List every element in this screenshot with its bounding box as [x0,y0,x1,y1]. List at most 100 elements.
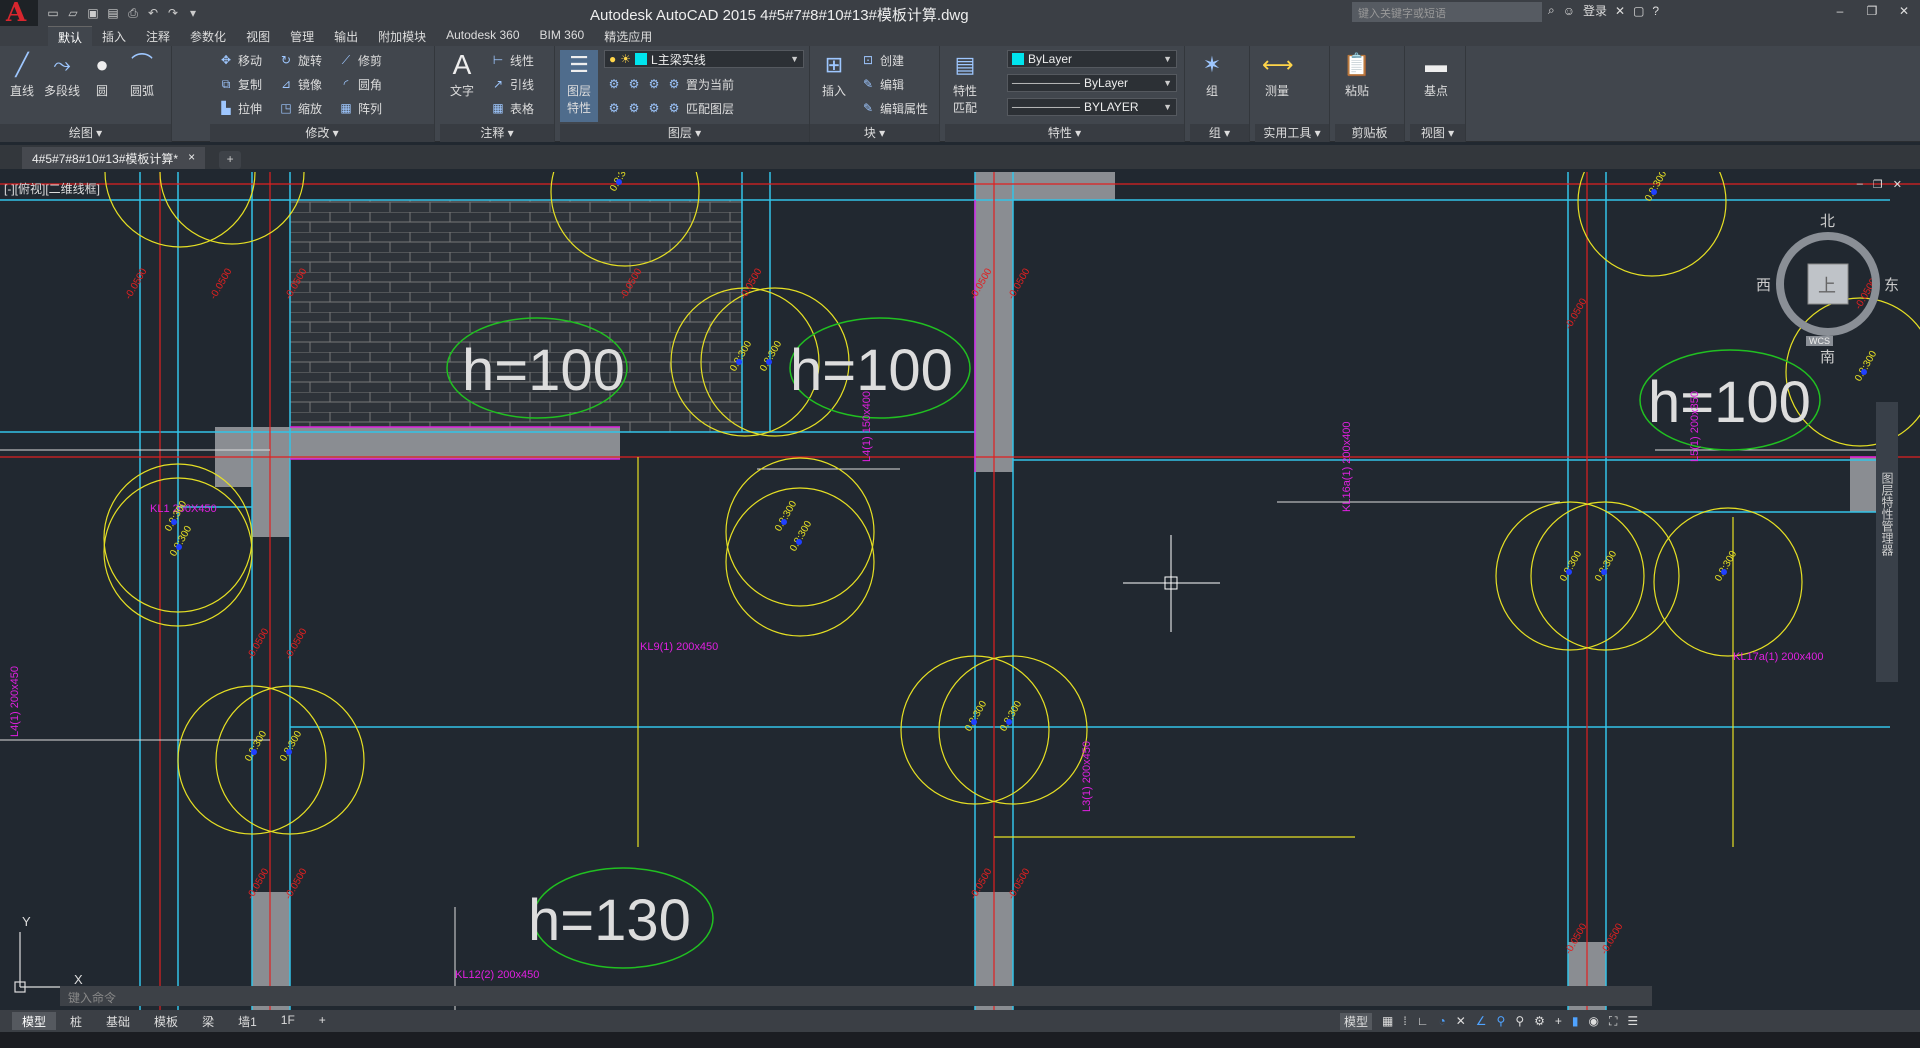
move-button[interactable]: ✥ 移动 [218,50,262,70]
qat-dropdown-icon[interactable]: ▾ [184,4,202,22]
layer-on-icon[interactable]: ⚙ [606,100,622,116]
close-icon[interactable]: ✕ [1888,0,1920,22]
ribbon-tab[interactable]: 附加模块 [368,26,436,46]
text-button[interactable]: A 文字 [442,50,482,99]
wcs-dropdown[interactable]: WCS [1806,336,1833,346]
hardware-accel-icon[interactable]: ▮ [1572,1014,1579,1028]
set-current-button[interactable]: 置为当前 [686,76,734,93]
stretch-button[interactable]: ▙ 拉伸 [218,98,262,118]
polyline-button[interactable]: ⤳ 多段线 [42,50,82,99]
layer-unisolate-icon[interactable]: ⚙ [626,100,642,116]
group-panel-title[interactable]: 组 ▾ [1190,124,1249,142]
workspace-gear-icon[interactable]: ⚙ [1534,1014,1545,1028]
array-button[interactable]: ▦ 阵列 [338,98,382,118]
binoculars-icon[interactable]: ⌕ [1548,3,1555,18]
paste-button[interactable]: 📋 粘贴 [1337,50,1377,99]
layer-thaw-icon[interactable]: ⚙ [646,100,662,116]
ribbon-tab[interactable]: Autodesk 360 [436,26,529,46]
osnap-icon[interactable]: ✕ [1456,1014,1466,1028]
measure-button[interactable]: ⟷ 测量 [1257,50,1297,99]
layout-tab[interactable]: 模型 [12,1012,57,1030]
restore-icon[interactable]: ❐ [1873,178,1883,191]
edit-block-button[interactable]: ✎ 编辑 [860,74,904,94]
layers-panel-title[interactable]: 图层 ▾ [560,124,809,142]
layout-tab[interactable]: 基础 [96,1012,140,1030]
layout-tab[interactable]: 模板 [144,1012,188,1030]
layout-tab[interactable]: 梁 [192,1012,224,1030]
save-as-icon[interactable]: ▤ [104,4,122,22]
viewport-controls-label[interactable]: [-][俯视][二维线框] [4,180,100,197]
match-properties-button[interactable]: ▤ 特性 匹配 [945,50,985,116]
help-icon[interactable]: ? [1652,4,1659,18]
color-dropdown[interactable]: ByLayer ▼ [1007,50,1177,68]
ribbon-tab[interactable]: BIM 360 [530,26,595,46]
ribbon-tab[interactable]: 默认 [48,26,93,46]
create-block-button[interactable]: ⊡ 创建 [860,50,904,70]
annotation-visibility-icon[interactable]: ⚲ [1497,1014,1506,1028]
base-point-button[interactable]: ▬ 基点 [1416,50,1456,99]
ribbon-tab[interactable]: 输出 [324,26,368,46]
layout-tab[interactable]: 墙1 [228,1012,267,1030]
new-tab-button[interactable]: + [219,151,242,169]
minimize-icon[interactable]: – [1857,178,1863,191]
close-icon[interactable]: ✕ [1893,178,1902,191]
leader-button[interactable]: ↗ 引线 [490,74,534,94]
layout-tab[interactable]: 桩 [60,1012,92,1030]
minimize-icon[interactable]: – [1824,0,1856,22]
line-button[interactable]: ╱ 直线 [2,50,42,99]
viewcube[interactable]: 北 南 东 西 上 WCS [1756,210,1899,366]
fullscreen-icon[interactable]: ⛶ [1609,1014,1617,1029]
drawing-canvas[interactable]: h=100 h=100 h=100 h=130 KL1 200X450 KL9(… [0,172,1920,1012]
edit-attributes-button[interactable]: ✎ 编辑属性 [860,98,928,118]
plot-icon[interactable]: ⎙ [124,4,142,22]
grid-icon[interactable]: ▦ [1382,1014,1393,1028]
copy-button[interactable]: ⧉ 复制 [218,74,262,94]
ribbon-tab[interactable]: 视图 [236,26,280,46]
login-button[interactable]: 登录 [1583,2,1607,19]
set-current-icon[interactable]: ⚙ [666,76,682,92]
annotation-panel-title[interactable]: 注释 ▾ [440,124,554,142]
layer-properties-palette-tab[interactable]: 图层特性管理器 [1876,402,1898,682]
utilities-panel-title[interactable]: 实用工具 ▾ [1255,124,1329,142]
layer-properties-button[interactable]: ☰ 图层 特性 [560,50,598,122]
viewcube-east[interactable]: 东 [1884,274,1899,295]
ribbon-tab[interactable]: 精选应用 [594,26,662,46]
add-layout-button[interactable]: + [309,1012,336,1030]
polar-icon[interactable]: ◔ [1438,1014,1445,1028]
plus-icon[interactable]: + [1555,1014,1562,1028]
group-button[interactable]: ✶ 组 [1192,50,1232,99]
new-file-icon[interactable]: ▭ [44,4,62,22]
lineweight-icon[interactable]: ∠ [1476,1014,1487,1028]
block-panel-title[interactable]: 块 ▾ [810,124,939,142]
app-store-icon[interactable]: ▢ [1633,4,1644,18]
circle-button[interactable]: ● 圆 [82,50,122,99]
insert-block-button[interactable]: ⊞ 插入 [814,50,854,99]
linear-dim-button[interactable]: ⊢ 线性 [490,50,534,70]
draw-panel-title[interactable]: 绘图 ▾ [0,124,171,142]
isolate-icon[interactable]: ◉ [1589,1014,1599,1028]
ribbon-tab[interactable]: 参数化 [180,26,236,46]
undo-icon[interactable]: ↶ [144,4,162,22]
command-line-input[interactable]: 键入命令 [60,986,1652,1006]
user-icon[interactable]: ☺ [1563,4,1575,18]
match-layer-icon[interactable]: ⚙ [666,100,682,116]
save-icon[interactable]: ▣ [84,4,102,22]
layer-off-icon[interactable]: ⚙ [606,76,622,92]
linetype-dropdown[interactable]: ──────── ByLayer ▼ [1007,74,1177,92]
layer-freeze-icon[interactable]: ⚙ [646,76,662,92]
close-icon[interactable]: × [188,150,195,166]
rotate-button[interactable]: ↻ 旋转 [278,50,322,70]
ribbon-tab[interactable]: 管理 [280,26,324,46]
redo-icon[interactable]: ↷ [164,4,182,22]
viewcube-north[interactable]: 北 [1820,210,1835,231]
arc-button[interactable]: ⌒ 圆弧 [122,50,162,99]
trim-button[interactable]: ⟋ 修剪 [338,50,382,70]
layer-dropdown[interactable]: ● ☀ L主梁实线 ▼ [604,50,804,68]
layout-tab[interactable]: 1F [271,1012,305,1030]
model-space-button[interactable]: 模型 [1340,1012,1373,1030]
viewcube-south[interactable]: 南 [1820,346,1835,367]
open-file-icon[interactable]: ▱ [64,4,82,22]
app-menu-button[interactable]: A [0,0,38,28]
layer-isolate-icon[interactable]: ⚙ [626,76,642,92]
match-layer-button[interactable]: 匹配图层 [686,100,734,117]
